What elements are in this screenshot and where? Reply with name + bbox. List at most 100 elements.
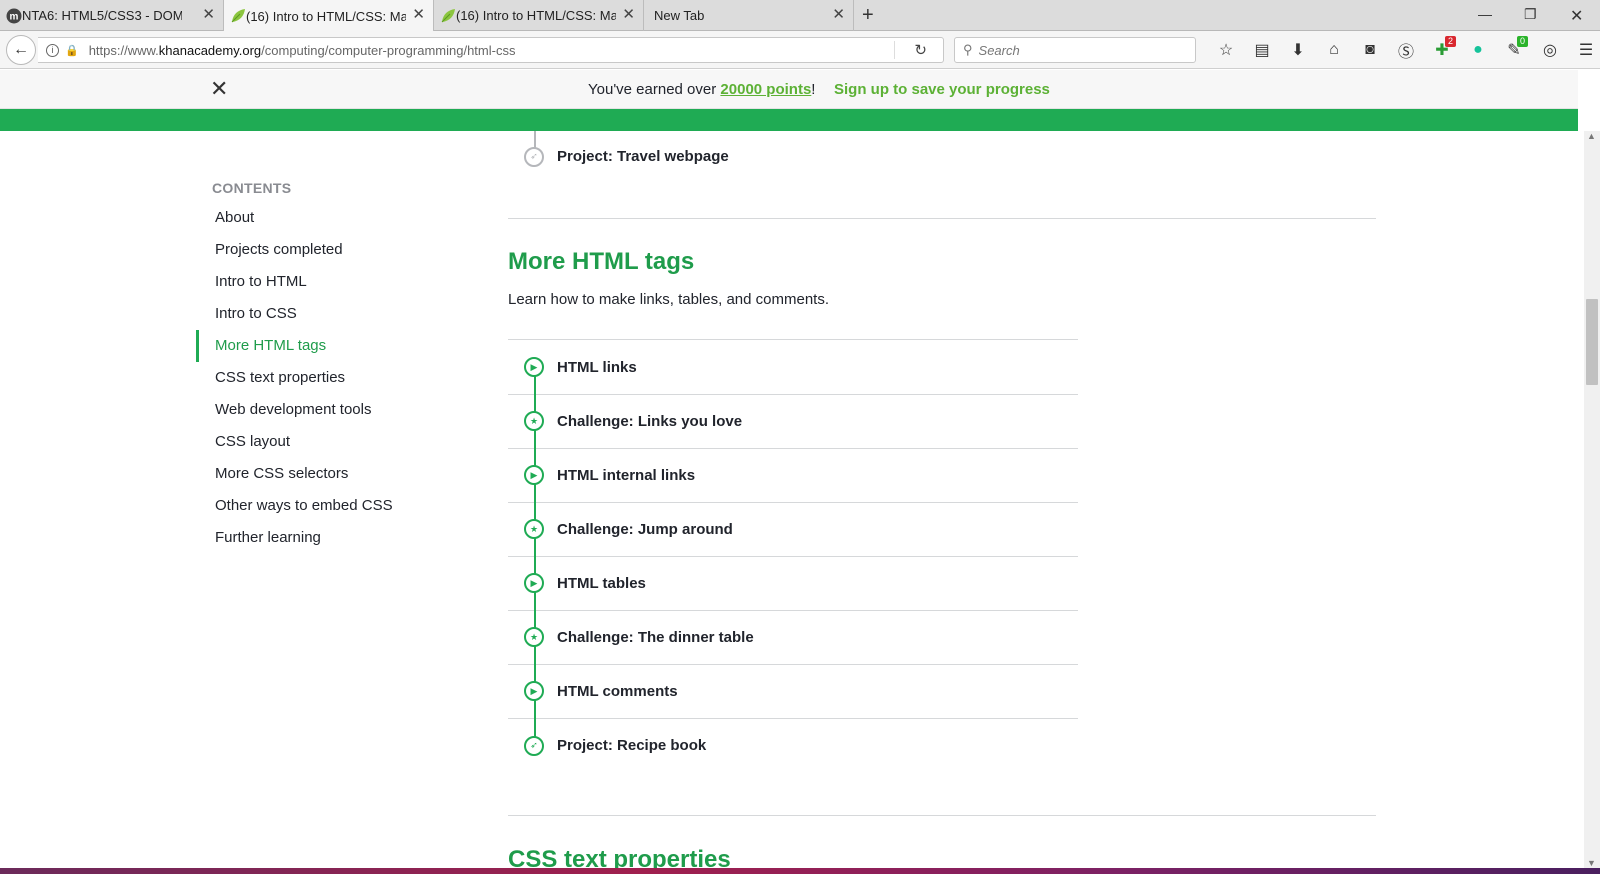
extension-s-icon[interactable]: Ⓢ xyxy=(1388,38,1424,62)
play-icon: ▶ xyxy=(524,357,544,377)
content-item-challenge-jump[interactable]: ★ Challenge: Jump around xyxy=(508,502,1078,557)
restore-icon[interactable]: ❐ xyxy=(1524,6,1537,23)
sidebar-item-intro-html[interactable]: Intro to HTML xyxy=(196,266,476,298)
content-item-html-tables[interactable]: ▶ HTML tables xyxy=(508,556,1078,611)
notification-badge: 2 xyxy=(1444,36,1456,47)
content-item-html-links[interactable]: ▶ HTML links xyxy=(508,340,1078,395)
content-item-label: Challenge: The dinner table xyxy=(557,628,754,646)
navigation-bar: ← i 🔒 https://www.khanacademy.org/comput… xyxy=(0,31,1600,69)
scrollbar-thumb[interactable] xyxy=(1586,299,1598,385)
star-icon: ★ xyxy=(524,627,544,647)
tab-moodle[interactable]: m NTA6: HTML5/CSS3 - DOM M ✕ xyxy=(0,0,224,31)
content-item-project-recipe[interactable]: ➶ Project: Recipe book xyxy=(508,718,1078,773)
play-icon: ▶ xyxy=(524,465,544,485)
home-icon[interactable]: ⌂ xyxy=(1316,41,1352,59)
header-green-band xyxy=(0,109,1578,131)
sidebar-item-web-dev-tools[interactable]: Web development tools xyxy=(196,394,476,426)
extension-badge: 0 xyxy=(1516,36,1528,47)
content-item-internal-links[interactable]: ▶ HTML internal links xyxy=(508,448,1078,503)
taskbar-strip xyxy=(0,868,1600,874)
extension-counter-icon[interactable]: ✎ 0 xyxy=(1496,36,1532,60)
content-item-label: HTML tables xyxy=(557,574,646,592)
minimize-icon[interactable]: — xyxy=(1478,6,1492,22)
tab-title: New Tab xyxy=(654,8,705,23)
content-item-label: Project: Travel webpage xyxy=(557,148,729,165)
sidebar-item-intro-css[interactable]: Intro to CSS xyxy=(196,298,476,330)
close-tab-icon[interactable]: ✕ xyxy=(622,7,635,23)
points-message: You've earned over 20000 points! xyxy=(588,81,816,98)
moodle-icon: m xyxy=(6,8,22,24)
lock-icon: 🔒 xyxy=(65,44,79,57)
sidebar-item-more-html-tags[interactable]: More HTML tags xyxy=(196,330,476,362)
content-item-label: Project: Recipe book xyxy=(557,737,707,754)
close-notice-icon[interactable]: ✕ xyxy=(210,78,228,100)
menu-hamburger-icon[interactable]: ☰ xyxy=(1568,40,1600,60)
section-title[interactable]: More HTML tags xyxy=(508,248,694,276)
scroll-down-arrow-icon[interactable]: ▼ xyxy=(1587,858,1596,868)
tab-new[interactable]: New Tab ✕ xyxy=(644,0,854,31)
play-icon: ▶ xyxy=(524,681,544,701)
sync-icon[interactable]: ◎ xyxy=(1532,40,1568,60)
leaf-icon xyxy=(441,9,455,23)
sidebar-item-about[interactable]: About xyxy=(196,202,476,234)
content-item-challenge-dinner[interactable]: ★ Challenge: The dinner table xyxy=(508,610,1078,665)
sidebar-item-further-learning[interactable]: Further learning xyxy=(196,522,476,554)
content-item-project-travel[interactable]: ➶ Project: Travel webpage xyxy=(508,129,1078,184)
rocket-icon: ➶ xyxy=(524,146,544,167)
toolbar-icons: ☆ ▤ ⬇ ⌂ ◙ Ⓢ ✚ 2 ● ✎ 0 ◎ ☰ xyxy=(1208,36,1600,63)
content-item-challenge-links[interactable]: ★ Challenge: Links you love xyxy=(508,394,1078,449)
grammarly-icon[interactable]: ● xyxy=(1460,41,1496,59)
browser-tab-bar: m NTA6: HTML5/CSS3 - DOM M ✕ (16) Intro … xyxy=(0,0,1600,32)
address-bar[interactable]: i 🔒 https://www.khanacademy.org/computin… xyxy=(38,37,944,63)
section-divider xyxy=(508,218,1376,219)
sidebar-item-more-css-selectors[interactable]: More CSS selectors xyxy=(196,458,476,490)
content-item-label: Challenge: Jump around xyxy=(557,520,733,538)
rocket-icon: ➶ xyxy=(524,735,544,756)
notifications-extension-icon[interactable]: ✚ 2 xyxy=(1424,36,1460,60)
sidebar-item-other-ways-embed-css[interactable]: Other ways to embed CSS xyxy=(196,490,476,522)
back-button[interactable]: ← xyxy=(6,35,36,65)
contents-sidebar: CONTENTS About Projects completed Intro … xyxy=(196,180,476,554)
content-item-label: Challenge: Links you love xyxy=(557,412,743,430)
star-icon: ★ xyxy=(524,411,544,431)
sidebar-item-projects-completed[interactable]: Projects completed xyxy=(196,234,476,266)
content-item-label: HTML links xyxy=(557,358,637,376)
download-icon[interactable]: ⬇ xyxy=(1280,40,1316,60)
search-placeholder: Search xyxy=(978,42,1020,58)
content-item-label: HTML comments xyxy=(557,682,678,700)
section-divider xyxy=(508,815,1376,816)
star-icon: ★ xyxy=(524,519,544,539)
points-notification-bar: ✕ You've earned over 20000 points! Sign … xyxy=(0,70,1578,109)
close-tab-icon[interactable]: ✕ xyxy=(832,7,845,23)
points-link[interactable]: 20000 points xyxy=(720,81,811,98)
svg-text:m: m xyxy=(10,12,19,23)
close-tab-icon[interactable]: ✕ xyxy=(202,7,215,23)
tab-khan-active[interactable]: (16) Intro to HTML/CSS: Ma ✕ xyxy=(224,0,434,32)
contents-header: CONTENTS xyxy=(212,180,292,196)
search-input[interactable]: ⚲ Search xyxy=(954,37,1196,63)
play-icon: ▶ xyxy=(524,573,544,593)
content-item-label: HTML internal links xyxy=(557,466,696,484)
reading-list-icon[interactable]: ▤ xyxy=(1244,40,1280,60)
tab-title: (16) Intro to HTML/CSS: Ma xyxy=(246,8,406,24)
new-tab-plus-icon[interactable]: + xyxy=(862,4,874,26)
sidebar-item-css-text-properties[interactable]: CSS text properties xyxy=(196,362,476,394)
scroll-up-arrow-icon[interactable]: ▲ xyxy=(1587,131,1596,141)
close-tab-icon[interactable]: ✕ xyxy=(412,7,425,23)
pocket-icon[interactable]: ◙ xyxy=(1352,41,1388,59)
signup-link[interactable]: Sign up to save your progress xyxy=(834,81,1050,98)
info-icon[interactable]: i xyxy=(46,43,59,57)
bookmark-star-icon[interactable]: ☆ xyxy=(1208,40,1244,60)
content-item-html-comments[interactable]: ▶ HTML comments xyxy=(508,664,1078,719)
url-text: https://www.khanacademy.org/computing/co… xyxy=(88,42,516,58)
leaf-icon xyxy=(231,9,245,23)
search-icon: ⚲ xyxy=(963,42,973,57)
urlbar-separator xyxy=(894,41,895,59)
page-scrollbar[interactable]: ▲ ▼ xyxy=(1584,131,1600,868)
close-window-icon[interactable]: ✕ xyxy=(1570,6,1583,26)
sidebar-item-css-layout[interactable]: CSS layout xyxy=(196,426,476,458)
tab-khan[interactable]: (16) Intro to HTML/CSS: Ma ✕ xyxy=(434,0,644,31)
tab-title: NTA6: HTML5/CSS3 - DOM M xyxy=(22,8,182,23)
reload-icon[interactable]: ↻ xyxy=(914,41,927,59)
tab-title: (16) Intro to HTML/CSS: Ma xyxy=(456,8,616,23)
